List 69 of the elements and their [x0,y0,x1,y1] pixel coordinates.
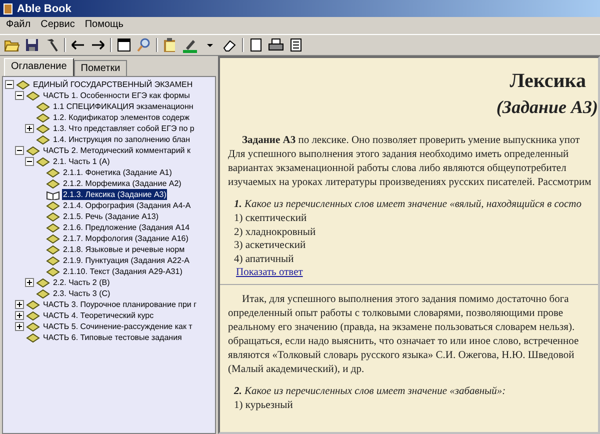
tree-item[interactable]: ЕДИНЫЙ ГОСУДАРСТВЕННЫЙ ЭКЗАМЕН [32,79,194,90]
paragraph-line: вариантах экзаменационной работы слова либо являются общеупотребител [228,162,568,176]
collapse-icon[interactable] [15,146,24,155]
collapse-icon[interactable] [15,91,24,100]
tree-item[interactable]: 2.2. Часть 2 (В) [52,277,111,288]
open-book-icon [46,190,60,200]
question-text: 2. Какое из перечисленных слов имеет значение «забавный»: [234,385,507,399]
window-title: Able Book [17,2,72,14]
tree-item[interactable]: ЧАСТЬ 4. Теоретический курс [42,310,155,321]
tree-item[interactable]: 2.1. Часть 1 (А) [52,156,111,167]
page-title: Лексика [508,70,587,93]
app-icon [3,2,13,14]
tab[interactable]: Оглавление [4,58,74,76]
answer-option: 1) скептический [234,212,598,226]
printer-icon[interactable] [268,37,284,53]
tree-item[interactable]: ЧАСТЬ 6. Типовые тестовые задания [42,332,183,343]
question-text: 1. Какое из перечисленных слов имеет значение «вялый, находящийся в состо [234,198,582,212]
tree-item[interactable]: 1.2. Кодификатор элементов содерж [52,112,190,123]
paragraph-line: Для успешного выполнения этого задания необходимо иметь определенный [228,148,570,162]
tree-item[interactable]: 2.1.7. Морфология (Задание А16) [62,233,190,244]
tree-item[interactable]: 2.1.10. Текст (Задания А29-А31) [62,266,184,277]
answer-option: 2) хладнокровный [234,226,598,239]
tree-item[interactable]: 2.1.1. Фонетика (Задание А1) [62,167,173,178]
paragraph-line: изучаемых на уроках литературы произведениях русских писателей. Рассмотрим [228,176,592,190]
tree-item[interactable]: 2.3. Часть 3 (С) [52,288,112,299]
collapse-icon[interactable] [5,80,14,89]
magnifier-icon[interactable] [136,37,152,53]
window-icon[interactable] [116,37,132,53]
tree-item[interactable]: ЧАСТЬ 2. Методический комментарий к [42,145,192,156]
expand-icon[interactable] [25,124,34,133]
clipboard-icon[interactable] [162,37,178,53]
paragraph-line: определенный опыт работы с толковыми словарями, позволяющими прове [228,307,564,321]
answer-option: 4) апатичный [234,252,598,266]
page-subtitle: (Задание А3) [495,97,598,118]
tree-item[interactable]: 2.1.2. Морфемика (Задание А2) [62,178,182,189]
tree-item[interactable]: 2.1.6. Предложение (Задания А14 [62,222,191,233]
save-icon[interactable] [24,37,40,53]
menu-item[interactable]: Файл [6,19,31,32]
expand-icon[interactable] [15,300,24,309]
tree-item[interactable]: 2.1.9. Пунктуация (Задания А22-А [62,255,190,266]
paragraph-line: обращаться, если надо выяснить, что означает то или иное слово, встреченное [228,335,580,349]
tree-item[interactable]: 1.1 СПЕЦИФИКАЦИЯ экзаменационн [52,101,194,112]
tree-item[interactable]: 2.1.3. Лексика (Задание А3) [62,189,168,200]
tree-item[interactable]: ЧАСТЬ 1. Особенности ЕГЭ как формы [42,90,191,101]
paragraph-line: Задание А3 по лексике. Оно позволяет проверить умение выпускника упот [241,134,581,148]
collapse-icon[interactable] [25,157,34,166]
paragraph-line: Итак, для успешного выполнения этого задания помимо достаточно бога [241,293,570,307]
paragraph-line: являются «Толковый словарь русского языка» С.И. Ожегова, Н.Ю. Шведовой [228,349,576,363]
paragraph-line: (Малый академический), и др. [228,363,366,377]
tree-item[interactable]: 2.1.8. Языковые и речевые норм [62,244,186,255]
tab[interactable]: Пометки [74,60,128,76]
tree-item[interactable]: 1.3. Что представляет собой ЕГЭ по р [52,123,196,134]
tree-item[interactable]: 2.1.4. Орфография (Задания А4-А [62,200,192,211]
answer-option: 3) аскетический [234,239,598,252]
page-icon[interactable] [248,37,264,53]
answer-option: 1) курьезный [234,399,598,412]
show-answer-link[interactable]: Показать ответ [228,267,303,278]
tree-item[interactable]: 2.1.5. Речь (Задание А13) [62,211,160,222]
highlighter-icon[interactable] [182,37,198,53]
menu-item[interactable]: Помощь [84,19,124,32]
tree-item[interactable]: 1.4. Инструкция по заполнению блан [52,134,191,145]
paragraph-line: реальному его значению (правда, на экзамене пользоваться словарем нельзя). [228,321,576,335]
expand-icon[interactable] [15,311,24,320]
menu-item[interactable]: Сервис [40,19,75,32]
tree-item[interactable]: ЧАСТЬ 3. Поурочное планирование при г [42,299,198,310]
tree-item[interactable]: ЧАСТЬ 5. Сочинение-рассуждение как т [42,321,194,332]
expand-icon[interactable] [25,278,34,287]
document-icon[interactable] [288,37,304,53]
expand-icon[interactable] [15,322,24,331]
